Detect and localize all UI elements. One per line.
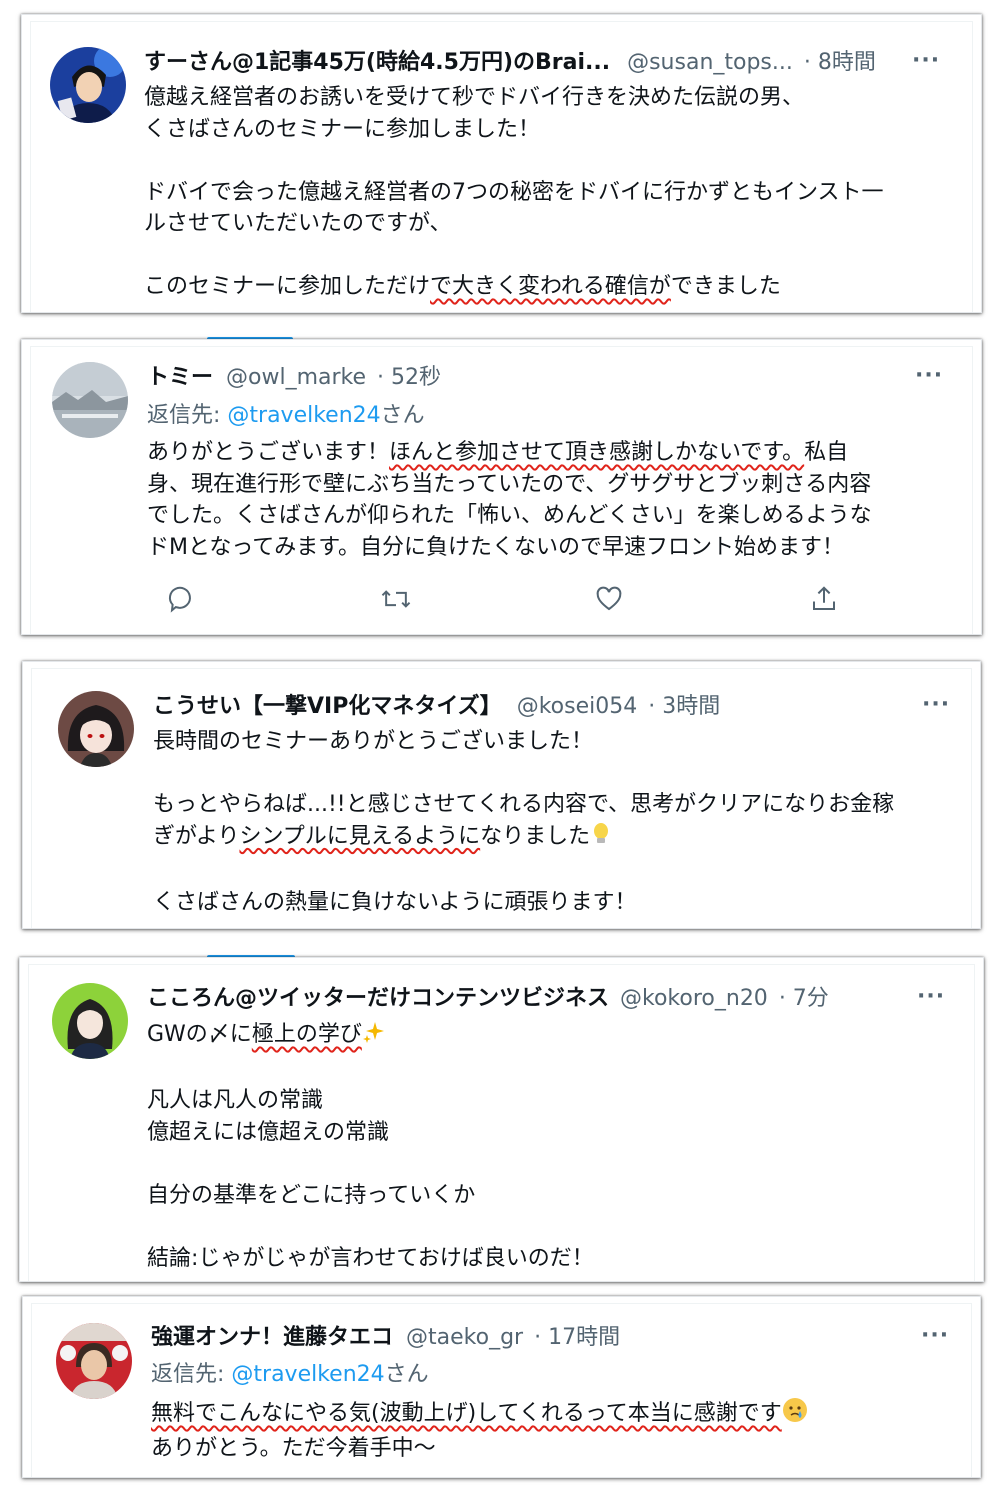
tweet-card[interactable]: すーさん@1記事45万(時給4.5万円)のBrai... @susan_tops… — [21, 14, 982, 313]
text-line: ぎがより — [153, 823, 240, 849]
reply-prefix: 返信先: — [151, 1362, 232, 1387]
reply-suffix: さん — [380, 403, 425, 428]
reply-suffix: さん — [384, 1362, 429, 1387]
display-name[interactable]: こうせい【一撃VIP化マネタイズ】 — [153, 694, 502, 719]
text-line: 身、現在進行形で壁にぶち当たっていたので、グサグサとブッ刺さる内容 — [147, 471, 872, 497]
more-options-button[interactable]: ··· — [915, 363, 943, 388]
text-line: ドバイで会った億越え経営者の7つの秘密をドバイに行かずともインスト一 — [144, 179, 884, 205]
tweet-header: こころん@ツイッターだけコンテンツビジネス @kokoro_n20 · 7分 — [147, 984, 829, 1014]
reply-icon[interactable] — [167, 584, 197, 618]
handle[interactable]: @taeko_gr — [406, 1325, 523, 1350]
tweet-text: ありがとうございます！ほんと参加させて頂き感謝しかないです。私自 身、現在進行形… — [147, 437, 947, 563]
underlined-text: 極上の学び — [252, 1022, 386, 1047]
text-line: ドMとなってみます。自分に負けたくないので早速フロント始めます！ — [147, 534, 845, 560]
text-line: ありがとう。ただ今着手中〜 — [151, 1435, 436, 1461]
tweet-text: 長時間のセミナーありがとうございました！ もっとやらねば...!!と感じさせてく… — [153, 726, 968, 918]
display-name[interactable]: すーさん@1記事45万(時給4.5万円)のBrai... — [144, 50, 610, 75]
highlight-text: 極上の学び — [251, 1022, 362, 1047]
tweet-header: 強運オンナ！進藤タエコ @taeko_gr · 17時間 — [151, 1323, 620, 1353]
timestamp[interactable]: · 7分 — [779, 986, 829, 1011]
retweet-icon[interactable] — [380, 584, 412, 618]
avatar-woman-illustration-icon[interactable] — [52, 983, 128, 1059]
handle[interactable]: @kosei054 — [517, 694, 638, 719]
tweet-header: すーさん@1記事45万(時給4.5万円)のBrai... @susan_tops… — [144, 48, 876, 78]
text-line: 億超えには億超えの常識 — [147, 1119, 390, 1145]
text-line: ありがとうございます！ — [147, 440, 390, 465]
more-options-button[interactable]: ··· — [921, 1323, 949, 1348]
underlined-text: で大きく変われる確信が — [430, 274, 671, 299]
text-line: このセミナーに参加しただけ — [144, 274, 431, 299]
handle[interactable]: @susan_tops... — [627, 50, 793, 75]
avatar-landscape-icon[interactable] — [52, 362, 128, 438]
reply-mention-link[interactable]: @travelken24 — [227, 403, 380, 428]
text-line: 億越え経営者のお誘いを受けて秒でドバイ行きを決めた伝説の男、 — [144, 85, 805, 110]
like-icon[interactable] — [594, 584, 624, 618]
timestamp[interactable]: · 3時間 — [648, 694, 720, 719]
text-line: 長時間のセミナーありがとうございました！ — [153, 729, 594, 754]
tweet-card[interactable]: トミー @owl_marke · 52秒 ··· 返信先: @travelken… — [21, 339, 982, 635]
handle[interactable]: @kokoro_n20 — [620, 986, 768, 1011]
underlined-text: 無料でこんなにやる気(波動上げ)してくれるって本当に感謝です — [151, 1401, 782, 1426]
tweet-text: 億越え経営者のお誘いを受けて秒でドバイ行きを決めた伝説の男、 くさばさんのセミナ… — [144, 82, 964, 303]
reply-context: 返信先: @travelken24さん — [147, 401, 425, 431]
text-line: 結論:じゃがじゃが言わせておけば良いのだ！ — [147, 1245, 594, 1271]
more-options-button[interactable]: ··· — [912, 48, 940, 73]
tweet-text: GWの〆に極上の学び 凡人は凡人の常識 億超えには億超えの常識 自分の基準をどこ… — [147, 1019, 947, 1274]
more-options-button[interactable]: ··· — [917, 984, 945, 1009]
reply-prefix: 返信先: — [147, 403, 228, 428]
avatar-anime-man-icon[interactable] — [50, 47, 126, 123]
sparkles-icon — [362, 1020, 386, 1054]
reply-context: 返信先: @travelken24さん — [151, 1360, 429, 1390]
tweet-header: トミー @owl_marke · 52秒 — [147, 363, 441, 393]
tweet-text: 無料でこんなにやる気(波動上げ)してくれるって本当に感謝です ありがとう。ただ今… — [151, 1397, 961, 1464]
action-bar — [167, 584, 847, 618]
text-line: でした。くさばさんが仰られた「怖い、めんどくさい」を楽しめるような — [147, 503, 872, 528]
tweet-card[interactable]: こうせい【一撃VIP化マネタイズ】 @kosei054 · 3時間 ··· 長時… — [22, 661, 981, 929]
tweet-card[interactable]: こころん@ツイッターだけコンテンツビジネス @kokoro_n20 · 7分 ·… — [19, 957, 984, 1282]
text-line: ルさせていただいたのですが、 — [144, 211, 452, 236]
timestamp[interactable]: · 52秒 — [377, 365, 441, 390]
avatar-photo-woman-icon[interactable] — [56, 1323, 132, 1399]
text-line: できました — [670, 274, 781, 299]
tweet-card[interactable]: 強運オンナ！進藤タエコ @taeko_gr · 17時間 ··· 返信先: @t… — [22, 1296, 981, 1478]
text-line: GWの〆に — [147, 1022, 252, 1047]
underlined-text: シンプルに見えるように — [239, 823, 481, 849]
underlined-text: ほんと参加させて頂き感謝しかないです。 — [389, 440, 805, 465]
display-name[interactable]: 強運オンナ！進藤タエコ — [151, 1325, 393, 1350]
text-line: 私自 — [804, 440, 849, 465]
text-line: くさばさんのセミナーに参加しました！ — [144, 116, 541, 142]
text-line: なりました — [480, 823, 591, 849]
handle[interactable]: @owl_marke — [226, 365, 366, 390]
display-name[interactable]: こころん@ツイッターだけコンテンツビジネス — [147, 986, 609, 1011]
display-name[interactable]: トミー — [147, 365, 213, 390]
text-line: 凡人は凡人の常識 — [147, 1088, 324, 1113]
text-line: 自分の基準をどこに持っていくか — [147, 1182, 476, 1208]
share-icon[interactable] — [809, 584, 839, 618]
text-line: くさばさんの熱量に負けないように頑張ります！ — [153, 889, 637, 915]
more-options-button[interactable]: ··· — [922, 692, 950, 717]
tweet-header: こうせい【一撃VIP化マネタイズ】 @kosei054 · 3時間 — [153, 692, 720, 722]
lightbulb-icon — [590, 822, 612, 856]
avatar-anime-girl-icon[interactable] — [58, 691, 134, 767]
timestamp[interactable]: · 17時間 — [534, 1325, 620, 1350]
reply-mention-link[interactable]: @travelken24 — [231, 1362, 384, 1387]
tearful-face-icon — [782, 1397, 808, 1433]
timestamp[interactable]: · 8時間 — [804, 50, 876, 75]
text-line: もっとやらねば...!!と感じさせてくれる内容で、思考がクリアになりお金稼 — [153, 792, 895, 817]
